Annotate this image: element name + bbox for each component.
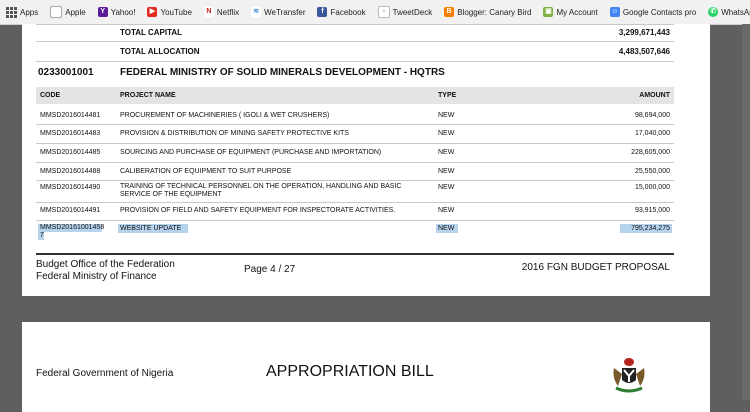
divider [36, 202, 674, 203]
table-row-amount: 98,694,000 [634, 112, 670, 119]
page2-government: Federal Government of Nigeria [36, 368, 174, 379]
table-row-project-name: PROVISION OF FIELD AND SAFETY EQUIPMENT … [120, 207, 396, 214]
total-capital-label: TOTAL CAPITAL [120, 28, 183, 37]
divider [36, 143, 674, 144]
footer-rule [36, 253, 674, 255]
ministry-code: 0233001001 [38, 67, 94, 78]
table-row-type: NEW [438, 130, 455, 137]
bookmark-label: WhatsApp Web [721, 7, 750, 17]
table-row-type: NEW [438, 112, 455, 119]
divider [36, 162, 674, 163]
bookmark-label: Netflix [216, 7, 240, 17]
footer-office-line2: Federal Ministry of Finance [36, 271, 157, 282]
bookmark-label: TweetDeck [392, 7, 433, 17]
total-allocation-value: 4,483,507,646 [618, 47, 670, 56]
table-row-type: NEW [438, 184, 455, 191]
bookmark-google-contacts[interactable]: ☺ Google Contacts pro [609, 7, 697, 17]
blogger-icon: B [444, 7, 455, 17]
bookmark-apps[interactable]: Apps [6, 6, 39, 18]
table-row-amount: 93,915,000 [634, 207, 670, 214]
table-row-amount: 15,000,000 [634, 184, 670, 191]
table-row-code: MMSD2016014481 [40, 112, 101, 119]
bookmark-label: Google Contacts pro [622, 7, 697, 17]
table-row-type: NEW [438, 168, 455, 175]
bookmark-blogger[interactable]: B Blogger: Canary Bird [444, 7, 531, 17]
scrollbar[interactable] [742, 24, 750, 400]
youtube-icon: ▶ [147, 7, 158, 17]
bookmark-label: My Account [556, 7, 598, 17]
table-row-code[interactable]: MMSD20161001458 [40, 224, 104, 231]
footer-doc-title: 2016 FGN BUDGET PROPOSAL [521, 262, 670, 273]
header-type: TYPE [438, 92, 457, 99]
divider [36, 41, 674, 42]
page2-title: APPROPRIATION BILL [266, 363, 434, 380]
table-row-project-name: CALIBERATION OF EQUIPMENT TO SUIT PURPOS… [120, 168, 292, 175]
bookmark-facebook[interactable]: f Facebook [317, 7, 366, 17]
table-row-amount: 17,040,000 [634, 130, 670, 137]
bookmark-yahoo[interactable]: Y Yahoo! [97, 7, 136, 17]
table-row-amount: 228,605,000 [631, 149, 670, 156]
table-row-type[interactable]: NEW [438, 225, 454, 232]
google-account-icon: ▣ [543, 7, 554, 17]
table-row-project-name: SOURCING AND PURCHASE OF EQUIPMENT (PURC… [120, 149, 382, 156]
bookmark-whatsapp[interactable]: ✆ WhatsApp Web [708, 7, 750, 17]
bookmark-label: YouTube [160, 7, 192, 17]
table-row-code: MMSD2016014488 [40, 168, 101, 175]
divider [36, 24, 674, 25]
bookmark-label: Blogger: Canary Bird [457, 7, 532, 17]
coat-of-arms-icon [608, 354, 650, 399]
bookmark-label: Facebook [330, 7, 366, 17]
divider [36, 61, 674, 62]
yahoo-icon: Y [97, 7, 108, 17]
bookmark-label: Yahoo! [110, 7, 136, 17]
facebook-icon: f [317, 7, 328, 17]
pdf-page-4: TOTAL CAPITAL 3,299,671,443 TOTAL ALLOCA… [22, 24, 710, 296]
apple-icon [50, 6, 63, 18]
bookmark-wetransfer[interactable]: ≋ WeTransfer [251, 7, 305, 17]
table-row-project-name: TRAINING OF TECHNICAL PERSONNEL ON THE O… [120, 183, 402, 190]
bookmark-apple[interactable]: Apple [50, 6, 86, 18]
table-row-project-name-cont: SERVICE OF THE EQUIPMENT [120, 191, 222, 198]
divider [36, 124, 674, 125]
table-row-project-name: PROCUREMENT OF MACHINERIES ( IGOLI & WET… [120, 112, 330, 119]
whatsapp-icon: ✆ [708, 7, 719, 17]
contacts-icon: ☺ [609, 7, 620, 17]
table-row-type: NEW [438, 207, 455, 214]
apps-grid-icon [6, 6, 17, 18]
total-allocation-label: TOTAL ALLOCATION [120, 47, 200, 56]
bookmark-netflix[interactable]: N Netflix [203, 7, 240, 17]
divider [36, 180, 674, 181]
header-code: CODE [40, 92, 61, 99]
total-capital-value: 3,299,671,443 [618, 28, 670, 37]
ministry-name: FEDERAL MINISTRY OF SOLID MINERALS DEVEL… [120, 67, 445, 78]
table-row-type: NEW [438, 149, 455, 156]
table-row-code: MMSD2016014491 [40, 207, 101, 214]
bookmark-youtube[interactable]: ▶ YouTube [147, 7, 192, 17]
header-amount: AMOUNT [639, 92, 670, 99]
page-number: Page 4 / 27 [244, 264, 296, 275]
pdf-page-5: Federal Government of Nigeria APPROPRIAT… [22, 322, 710, 412]
bookmark-label: Apple [65, 7, 86, 17]
table-row-code: MMSD2016014485 [40, 149, 101, 156]
table-row-project-name[interactable]: WEBSITE UPDATE [120, 225, 181, 232]
bookmark-my-account[interactable]: ▣ My Account [543, 7, 598, 17]
bookmark-label: Apps [20, 7, 39, 17]
table-row-code: MMSD2016014483 [40, 130, 101, 137]
header-project-name: PROJECT NAME [120, 92, 176, 99]
table-row-project-name: PROVISION & DISTRIBUTION OF MINING SAFET… [120, 130, 349, 137]
table-row-amount: 25,550,000 [634, 168, 670, 175]
table-row-amount[interactable]: 795,234,275 [631, 225, 670, 232]
bookmark-label: WeTransfer [264, 7, 306, 17]
table-row-code-cont[interactable]: 7 [40, 232, 44, 239]
table-row-code: MMSD2016014490 [40, 184, 101, 191]
netflix-icon: N [203, 7, 214, 17]
divider [36, 220, 674, 221]
footer-office-line1: Budget Office of the Federation [36, 259, 175, 270]
tweetdeck-icon: ▫ [377, 6, 390, 18]
bookmark-tweetdeck[interactable]: ▫ TweetDeck [377, 6, 433, 18]
wetransfer-icon: ≋ [251, 7, 262, 17]
bookmarks-bar: Apps Apple Y Yahoo! ▶ YouTube N Netflix … [0, 0, 750, 25]
